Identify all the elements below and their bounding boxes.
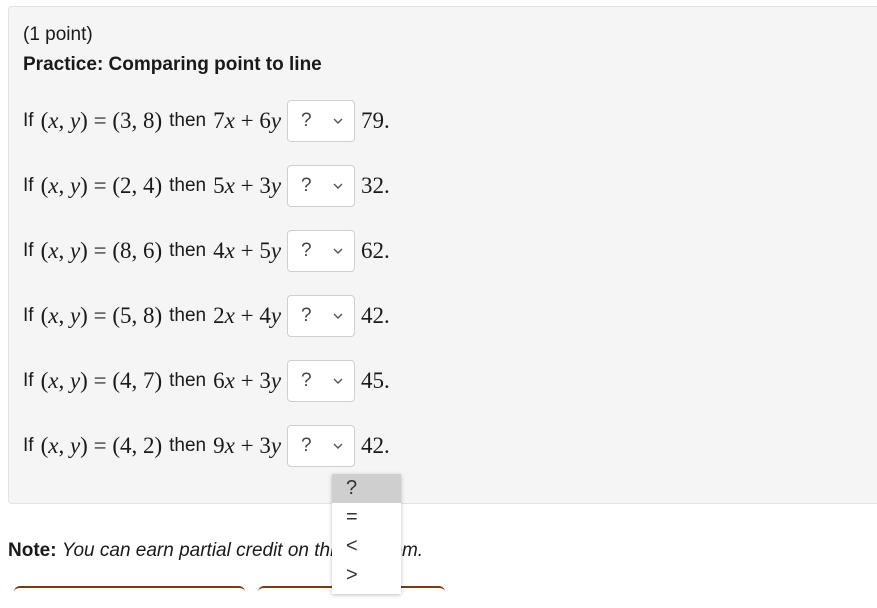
if-label: If	[23, 110, 34, 131]
dropdown-option[interactable]: <	[332, 532, 401, 561]
rhs-value: 32.	[361, 173, 390, 198]
dropdown-option[interactable]: >	[332, 561, 401, 590]
comparison-row: If (x, y) = (3, 8) then 7x + 6y ? 79.	[23, 99, 390, 143]
select-value: ?	[301, 110, 312, 131]
select-value: ?	[301, 305, 312, 326]
comparison-select[interactable]: ?	[287, 100, 356, 142]
chevron-down-icon	[333, 313, 343, 319]
rhs-value: 62.	[361, 238, 390, 263]
if-label: If	[23, 175, 34, 196]
then-label: then	[169, 370, 207, 391]
problem-title: Practice: Comparing point to line	[23, 54, 322, 75]
linear-expression: 7x + 6y	[213, 108, 282, 133]
point-equation: (x, y) = (5, 8)	[40, 303, 163, 328]
rhs-value: 42.	[361, 433, 390, 458]
select-value: ?	[301, 435, 312, 456]
point-equation: (x, y) = (2, 4)	[40, 173, 163, 198]
linear-expression: 4x + 5y	[213, 238, 282, 263]
select-value: ?	[301, 175, 312, 196]
point-equation: (x, y) = (8, 6)	[40, 238, 163, 263]
linear-expression: 2x + 4y	[213, 303, 282, 328]
dropdown-option[interactable]: ?	[332, 474, 401, 503]
linear-expression: 9x + 3y	[213, 433, 282, 458]
select-value: ?	[301, 240, 312, 261]
then-label: then	[169, 175, 207, 196]
comparison-dropdown-menu[interactable]: ? = < >	[332, 474, 401, 594]
note-label: Note:	[8, 540, 57, 561]
chevron-down-icon	[333, 248, 343, 254]
comparison-row: If (x, y) = (5, 8) then 2x + 4y ? 42.	[23, 294, 390, 338]
comparison-row: If (x, y) = (8, 6) then 4x + 5y ? 62.	[23, 229, 390, 273]
point-equation: (x, y) = (4, 2)	[40, 433, 163, 458]
comparison-select[interactable]: ?	[287, 230, 356, 272]
comparison-select[interactable]: ?	[287, 165, 356, 207]
problem-points: (1 point)	[23, 24, 93, 45]
linear-expression: 5x + 3y	[213, 173, 282, 198]
chevron-down-icon	[333, 378, 343, 384]
rhs-value: 42.	[361, 303, 390, 328]
chevron-down-icon	[333, 183, 343, 189]
comparison-select[interactable]: ?	[287, 425, 356, 467]
then-label: then	[169, 110, 207, 131]
comparison-row: If (x, y) = (4, 7) then 6x + 3y ? 45.	[23, 359, 390, 403]
chevron-down-icon	[333, 443, 343, 449]
comparison-row: If (x, y) = (4, 2) then 9x + 3y ? 42.	[23, 424, 390, 468]
if-label: If	[23, 370, 34, 391]
point-equation: (x, y) = (4, 7)	[40, 368, 163, 393]
dropdown-option[interactable]: =	[332, 503, 401, 532]
then-label: then	[169, 305, 207, 326]
rhs-value: 45.	[361, 368, 390, 393]
comparison-row: If (x, y) = (2, 4) then 5x + 3y ? 32.	[23, 164, 390, 208]
linear-expression: 6x + 3y	[213, 368, 282, 393]
submit-button-edge[interactable]	[14, 586, 245, 608]
then-label: then	[169, 240, 207, 261]
if-label: If	[23, 435, 34, 456]
comparison-select[interactable]: ?	[287, 360, 356, 402]
point-equation: (x, y) = (3, 8)	[40, 108, 163, 133]
if-label: If	[23, 305, 34, 326]
then-label: then	[169, 435, 207, 456]
if-label: If	[23, 240, 34, 261]
chevron-down-icon	[333, 118, 343, 124]
comparison-select[interactable]: ?	[287, 295, 356, 337]
select-value: ?	[301, 370, 312, 391]
rhs-value: 79.	[361, 108, 390, 133]
